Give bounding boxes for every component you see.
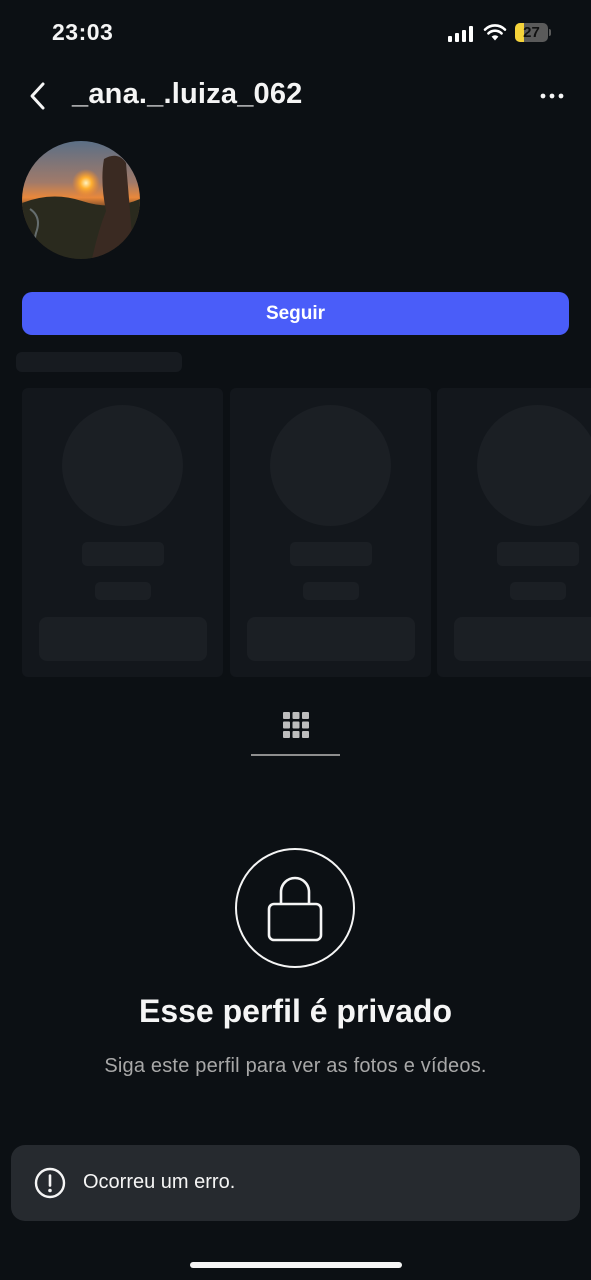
tab-underline [251,754,340,756]
grid-icon [283,712,309,738]
alert-circle-icon [34,1167,66,1199]
signal-icon [448,26,474,42]
error-toast: Ocorreu um erro. [11,1145,580,1221]
lock-icon [267,876,323,942]
follow-button[interactable]: Seguir [22,292,569,335]
battery-level: 27 [523,24,540,41]
status-time: 23:03 [52,19,114,45]
profile-username: _ana._.luiza_062 [72,78,303,110]
battery-icon: 27 [515,23,551,42]
private-subtitle: Siga este perfil para ver as fotos e víd… [104,1055,487,1077]
more-horizontal-icon[interactable] [538,86,566,106]
suggestion-card-skeleton [22,388,223,677]
avatar[interactable] [22,141,140,259]
chevron-left-icon[interactable] [26,80,50,112]
suggestion-card-skeleton [437,388,591,677]
suggestion-card-skeleton [230,388,431,677]
home-indicator[interactable] [190,1262,402,1268]
toast-message: Ocorreu um erro. [83,1171,236,1193]
wifi-icon [483,24,507,41]
private-title: Esse perfil é privado [138,993,452,1029]
skeleton-header [16,352,182,372]
profile-screen: 23:03 27 _ana._.luiza_062 Seguir Esse pe… [0,0,591,1280]
tab-grid[interactable] [251,706,340,758]
